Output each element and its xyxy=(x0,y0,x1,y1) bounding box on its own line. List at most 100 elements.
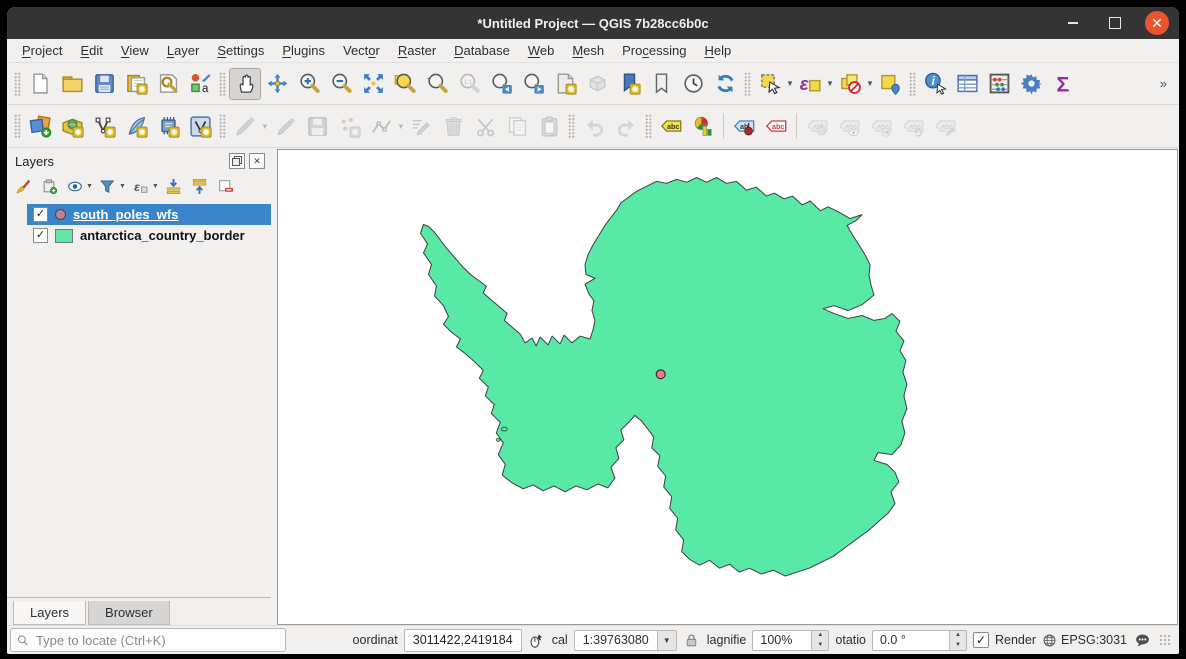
map-canvas[interactable] xyxy=(277,149,1178,625)
highlight-pinned-labels-button[interactable]: abc xyxy=(760,110,792,142)
menu-processing[interactable]: Processing xyxy=(613,41,695,60)
new-map-view-button[interactable] xyxy=(549,68,581,100)
add-group-button[interactable] xyxy=(37,175,61,197)
minimize-button[interactable] xyxy=(1061,11,1085,35)
select-features-button[interactable] xyxy=(754,68,786,100)
expand-all-button[interactable] xyxy=(162,175,186,197)
new-project-button[interactable] xyxy=(24,68,56,100)
tab-browser[interactable]: Browser xyxy=(88,601,170,625)
spin-down-icon[interactable]: ▼ xyxy=(950,640,966,650)
menu-view[interactable]: View xyxy=(112,41,158,60)
save-project-button[interactable] xyxy=(88,68,120,100)
close-panel-button[interactable]: ✕ xyxy=(249,153,265,169)
toolbar-handle[interactable] xyxy=(219,72,226,96)
filter-legend-dropdown[interactable]: ▼ xyxy=(119,183,126,190)
toolbar-handle[interactable] xyxy=(14,114,21,138)
new-vector-layer-button[interactable] xyxy=(88,110,120,142)
select-by-expression-dropdown[interactable]: ▼ xyxy=(826,69,834,99)
resize-grip[interactable] xyxy=(1159,634,1171,646)
new-virtual-layer-button[interactable] xyxy=(152,110,184,142)
select-features-dropdown[interactable]: ▼ xyxy=(786,69,794,99)
locate-input[interactable] xyxy=(34,632,279,649)
toolbar-handle[interactable] xyxy=(219,114,226,138)
menu-vector[interactable]: Vector xyxy=(334,41,389,60)
zoom-in-button[interactable] xyxy=(293,68,325,100)
show-statistics-button[interactable]: Σ xyxy=(1047,68,1079,100)
filter-legend-button[interactable] xyxy=(96,175,120,197)
pin-labels-button[interactable]: ab xyxy=(728,110,760,142)
menu-plugins[interactable]: Plugins xyxy=(273,41,334,60)
pan-to-selection-button[interactable] xyxy=(261,68,293,100)
menu-project[interactable]: Project xyxy=(13,41,71,60)
open-project-button[interactable] xyxy=(56,68,88,100)
layer-item-antarctica_country_border[interactable]: ✓antarctica_country_border xyxy=(27,225,271,246)
toolbar-handle[interactable] xyxy=(568,114,575,138)
layer-visibility-checkbox[interactable]: ✓ xyxy=(33,228,48,243)
maximize-button[interactable] xyxy=(1103,11,1127,35)
zoom-last-button[interactable] xyxy=(485,68,517,100)
layer-labeling-options-button[interactable]: abc xyxy=(655,110,687,142)
filter-by-expression-button[interactable]: ε xyxy=(129,175,153,197)
new-spatialite-layer-button[interactable] xyxy=(120,110,152,142)
remove-layer-button[interactable] xyxy=(214,175,238,197)
zoom-full-button[interactable] xyxy=(357,68,389,100)
open-attribute-table-button[interactable] xyxy=(951,68,983,100)
layer-visibility-checkbox[interactable]: ✓ xyxy=(33,207,48,222)
title-bar[interactable]: *Untitled Project — QGIS 7b28cc6b0c ✕ xyxy=(7,7,1179,39)
toolbar-handle[interactable] xyxy=(645,114,652,138)
select-by-value-button[interactable] xyxy=(874,68,906,100)
scale-dropdown-button[interactable]: ▼ xyxy=(657,630,677,651)
processing-toolbox-button[interactable] xyxy=(1015,68,1047,100)
identify-features-button[interactable]: i xyxy=(919,68,951,100)
temporal-controller-button[interactable] xyxy=(677,68,709,100)
show-spatial-bookmarks-button[interactable] xyxy=(645,68,677,100)
show-layout-manager-button[interactable] xyxy=(152,68,184,100)
manage-map-themes-dropdown[interactable]: ▼ xyxy=(86,183,93,190)
close-button[interactable]: ✕ xyxy=(1145,11,1169,35)
magnifier-spinner[interactable]: 100% ▲▼ xyxy=(752,630,829,651)
render-checkbox[interactable]: ✓ xyxy=(973,632,989,648)
float-panel-button[interactable] xyxy=(229,153,245,169)
toolbar-handle[interactable] xyxy=(744,72,751,96)
style-manager-button[interactable]: a xyxy=(184,68,216,100)
layer-diagram-options-button[interactable] xyxy=(687,110,719,142)
messages-button[interactable] xyxy=(1133,631,1151,649)
menu-settings[interactable]: Settings xyxy=(208,41,273,60)
select-by-expression-button[interactable]: ε xyxy=(794,68,826,100)
lock-scale-button[interactable] xyxy=(683,631,701,649)
rotation-spinner[interactable]: 0.0 ° ▲▼ xyxy=(872,630,967,651)
open-layer-styling-button[interactable] xyxy=(11,175,35,197)
pan-map-button[interactable] xyxy=(229,68,261,100)
toolbar-handle[interactable] xyxy=(909,72,916,96)
refresh-map-button[interactable] xyxy=(709,68,741,100)
filter-by-expression-dropdown[interactable]: ▼ xyxy=(152,183,159,190)
new-spatial-bookmark-button[interactable] xyxy=(613,68,645,100)
spin-down-icon[interactable]: ▼ xyxy=(812,640,828,650)
menu-help[interactable]: Help xyxy=(695,41,740,60)
manage-map-themes-button[interactable] xyxy=(63,175,87,197)
zoom-next-button[interactable] xyxy=(517,68,549,100)
coordinate-input[interactable]: 3011422,2419184 xyxy=(404,629,522,652)
menu-raster[interactable]: Raster xyxy=(389,41,445,60)
new-shapefile-layer-button[interactable] xyxy=(184,110,216,142)
zoom-to-layer-button[interactable] xyxy=(421,68,453,100)
layer-item-south_poles_wfs[interactable]: ✓south_poles_wfs xyxy=(27,204,271,225)
toolbar-handle[interactable] xyxy=(14,72,21,96)
zoom-out-button[interactable] xyxy=(325,68,357,100)
deselect-features-button[interactable] xyxy=(834,68,866,100)
collapse-all-button[interactable] xyxy=(188,175,212,197)
deselect-features-dropdown[interactable]: ▼ xyxy=(866,69,874,99)
menu-database[interactable]: Database xyxy=(445,41,519,60)
scale-combo[interactable]: 1:39763080 ▼ xyxy=(574,630,677,651)
menu-web[interactable]: Web xyxy=(519,41,564,60)
spin-up-icon[interactable]: ▲ xyxy=(812,631,828,641)
statistical-summary-button[interactable] xyxy=(983,68,1015,100)
menu-mesh[interactable]: Mesh xyxy=(563,41,613,60)
tab-layers[interactable]: Layers xyxy=(13,601,86,625)
extents-mouse-toggle[interactable] xyxy=(528,631,546,649)
menu-edit[interactable]: Edit xyxy=(71,41,111,60)
crs-button[interactable]: EPSG:3031 xyxy=(1042,633,1127,648)
new-geopackage-layer-button[interactable] xyxy=(56,110,88,142)
menu-layer[interactable]: Layer xyxy=(158,41,209,60)
spin-up-icon[interactable]: ▲ xyxy=(950,631,966,641)
